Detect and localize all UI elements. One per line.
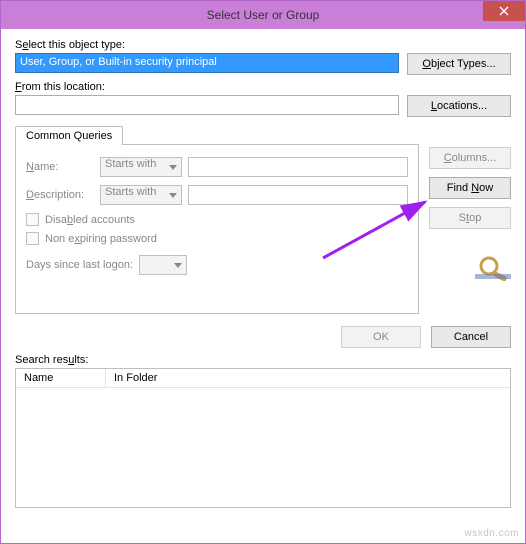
locations-button[interactable]: Locations... bbox=[407, 95, 511, 117]
column-name[interactable]: Name bbox=[16, 369, 106, 387]
object-type-input[interactable]: User, Group, or Built-in security princi… bbox=[15, 53, 399, 73]
name-operator-select[interactable]: Starts with bbox=[100, 157, 182, 177]
description-operator-select[interactable]: Starts with bbox=[100, 185, 182, 205]
tab-panel: Name: Starts with Description: Starts wi… bbox=[15, 144, 419, 314]
disabled-accounts-label: Disabled accounts bbox=[45, 214, 135, 226]
name-filter-label: Name: bbox=[26, 161, 94, 173]
days-since-logon-label: Days since last logon: bbox=[26, 259, 133, 271]
columns-button[interactable]: Columns... bbox=[429, 147, 511, 169]
window-title: Select User or Group bbox=[207, 8, 320, 22]
query-tabset: Common Queries Name: Starts with Descrip… bbox=[15, 125, 419, 314]
titlebar: Select User or Group bbox=[1, 1, 525, 29]
watermark: wsxdn.com bbox=[464, 528, 519, 539]
search-results-label: Search results: bbox=[15, 354, 511, 366]
results-header: Name In Folder bbox=[16, 369, 510, 388]
tab-common-queries[interactable]: Common Queries bbox=[15, 126, 123, 145]
stop-button[interactable]: Stop bbox=[429, 207, 511, 229]
object-type-label: Select this object type: bbox=[15, 39, 399, 51]
non-expiring-password-label: Non expiring password bbox=[45, 233, 157, 245]
column-in-folder[interactable]: In Folder bbox=[106, 369, 510, 387]
cancel-button[interactable]: Cancel bbox=[431, 326, 511, 348]
dialog-window: Select User or Group Select this object … bbox=[0, 0, 526, 544]
ok-button[interactable]: OK bbox=[341, 326, 421, 348]
side-button-column: Columns... Find Now Stop bbox=[429, 125, 511, 314]
close-button[interactable] bbox=[483, 1, 525, 21]
disabled-accounts-checkbox[interactable] bbox=[26, 213, 39, 226]
description-filter-label: Description: bbox=[26, 189, 94, 201]
find-now-button[interactable]: Find Now bbox=[429, 177, 511, 199]
description-filter-input[interactable] bbox=[188, 185, 408, 205]
name-filter-input[interactable] bbox=[188, 157, 408, 177]
location-label: From this location: bbox=[15, 81, 399, 93]
magnifier-icon bbox=[475, 255, 511, 284]
location-input[interactable] bbox=[15, 95, 399, 115]
close-icon bbox=[499, 6, 509, 16]
days-since-logon-select[interactable] bbox=[139, 255, 187, 275]
search-results-list[interactable]: Name In Folder bbox=[15, 368, 511, 508]
non-expiring-password-checkbox[interactable] bbox=[26, 232, 39, 245]
object-types-button[interactable]: Object Types... bbox=[407, 53, 511, 75]
